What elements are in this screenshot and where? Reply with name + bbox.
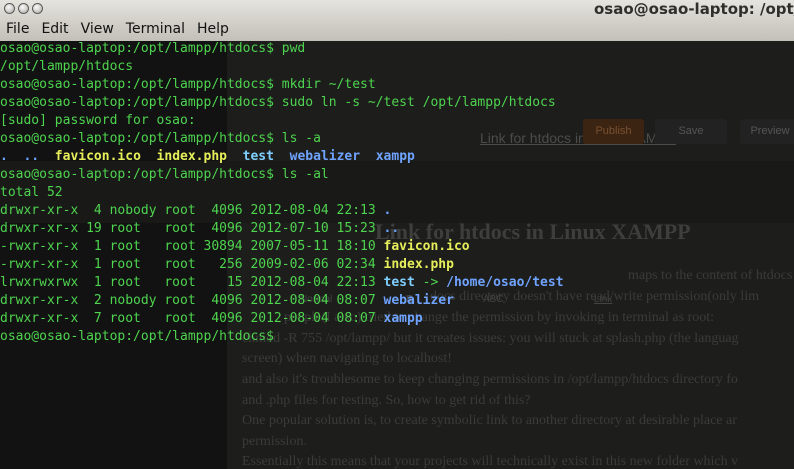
terminal-output[interactable]: osao@osao-laptop:/opt/lampp/htdocs$ pwd … — [0, 41, 794, 469]
ls-entry: .. — [23, 149, 40, 164]
ls-entry: xampp — [375, 149, 415, 164]
listing-name: .. — [383, 221, 400, 236]
listing-row: -rwxr-xr-x 1 root root 256 2009-02-06 02… — [0, 257, 454, 275]
command-output: total 52 — [0, 185, 63, 200]
ls-entry: test — [242, 149, 274, 164]
shell-prompt: osao@osao-laptop:/opt/lampp/htdocs$ — [0, 95, 282, 110]
menu-help[interactable]: Help — [191, 20, 235, 40]
command-text: pwd — [281, 41, 306, 56]
shell-prompt: osao@osao-laptop:/opt/lampp/htdocs$ — [0, 329, 282, 344]
window-title: osao@osao-laptop: /opt/lar — [594, 0, 794, 18]
listing-meta: lrwxrwxrwx 1 root root 15 2012-08-04 22:… — [0, 275, 384, 290]
listing-name: favicon.ico — [383, 239, 470, 254]
menu-view[interactable]: View — [75, 20, 120, 40]
menu-terminal[interactable]: Terminal — [120, 20, 191, 40]
shell-prompt: osao@osao-laptop:/opt/lampp/htdocs$ — [0, 131, 282, 146]
ls-entry: . — [0, 149, 8, 164]
minimize-window-icon[interactable] — [18, 3, 29, 14]
close-window-icon[interactable] — [4, 3, 15, 14]
command-text: sudo ln -s ~/test /opt/lampp/htdocs — [281, 95, 556, 110]
listing-row: drwxr-xr-x 4 nobody root 4096 2012-08-04… — [0, 203, 391, 221]
terminal-line: osao@osao-laptop:/opt/lampp/htdocs$ — [0, 329, 282, 347]
terminal-line: [sudo] password for osao: — [0, 113, 196, 131]
listing-name: . — [383, 203, 392, 218]
listing-name: webalizer — [383, 293, 454, 308]
listing-name: xampp — [383, 311, 423, 326]
listing-row: -rwxr-xr-x 1 root root 30894 2007-05-11 … — [0, 239, 470, 257]
ls-entry: index.php — [156, 149, 227, 164]
terminal-line: osao@osao-laptop:/opt/lampp/htdocs$ ls -… — [0, 131, 321, 149]
listing-row: drwxr-xr-x 19 root root 4096 2012-07-10 … — [0, 221, 399, 239]
listing-meta: drwxr-xr-x 19 root root 4096 2012-07-10 … — [0, 221, 384, 236]
terminal-line: osao@osao-laptop:/opt/lampp/htdocs$ sudo… — [0, 95, 556, 113]
terminal-line: total 52 — [0, 185, 63, 203]
symlink-arrow: -> — [414, 275, 447, 290]
terminal-line: osao@osao-laptop:/opt/lampp/htdocs$ ls -… — [0, 167, 329, 185]
command-text: ls -a — [281, 131, 321, 146]
listing-name: index.php — [383, 257, 454, 272]
listing-row: drwxr-xr-x 7 root root 4096 2012-08-04 0… — [0, 311, 423, 329]
terminal-line: osao@osao-laptop:/opt/lampp/htdocs$ mkdi… — [0, 77, 376, 95]
command-output: /opt/lampp/htdocs — [0, 59, 134, 74]
command-text: ls -al — [281, 167, 329, 182]
terminal-line: /opt/lampp/htdocs — [0, 59, 133, 77]
shell-prompt: osao@osao-laptop:/opt/lampp/htdocs$ — [0, 41, 282, 56]
ls-entry: favicon.ico — [54, 149, 141, 164]
listing-meta: drwxr-xr-x 4 nobody root 4096 2012-08-04… — [0, 203, 384, 218]
listing-meta: drwxr-xr-x 7 root root 4096 2012-08-04 0… — [0, 311, 384, 326]
shell-prompt: osao@osao-laptop:/opt/lampp/htdocs$ — [0, 167, 282, 182]
listing-meta: -rwxr-xr-x 1 root root 30894 2007-05-11 … — [0, 239, 384, 254]
menu-edit[interactable]: Edit — [35, 20, 74, 40]
shell-prompt: osao@osao-laptop:/opt/lampp/htdocs$ — [0, 77, 282, 92]
terminal-line: osao@osao-laptop:/opt/lampp/htdocs$ pwd — [0, 41, 305, 59]
maximize-window-icon[interactable] — [32, 3, 43, 14]
listing-row: drwxr-xr-x 2 nobody root 4096 2012-08-04… — [0, 293, 454, 311]
window-titlebar: osao@osao-laptop: /opt/lar File Edit Vie… — [0, 0, 794, 42]
menubar: File Edit View Terminal Help — [0, 20, 235, 40]
command-output: [sudo] password for osao: — [0, 113, 196, 128]
ls-a-output: . .. favicon.ico index.php test webalize… — [0, 149, 415, 167]
listing-row: lrwxrwxrwx 1 root root 15 2012-08-04 22:… — [0, 275, 564, 293]
listing-name: test — [383, 275, 415, 290]
ls-entry: webalizer — [289, 149, 361, 164]
menu-file[interactable]: File — [0, 20, 35, 40]
listing-meta: drwxr-xr-x 2 nobody root 4096 2012-08-04… — [0, 293, 384, 308]
symlink-target: /home/osao/test — [446, 275, 564, 290]
command-text: mkdir ~/test — [281, 77, 376, 92]
listing-meta: -rwxr-xr-x 1 root root 256 2009-02-06 02… — [0, 257, 384, 272]
window-controls — [4, 3, 43, 14]
